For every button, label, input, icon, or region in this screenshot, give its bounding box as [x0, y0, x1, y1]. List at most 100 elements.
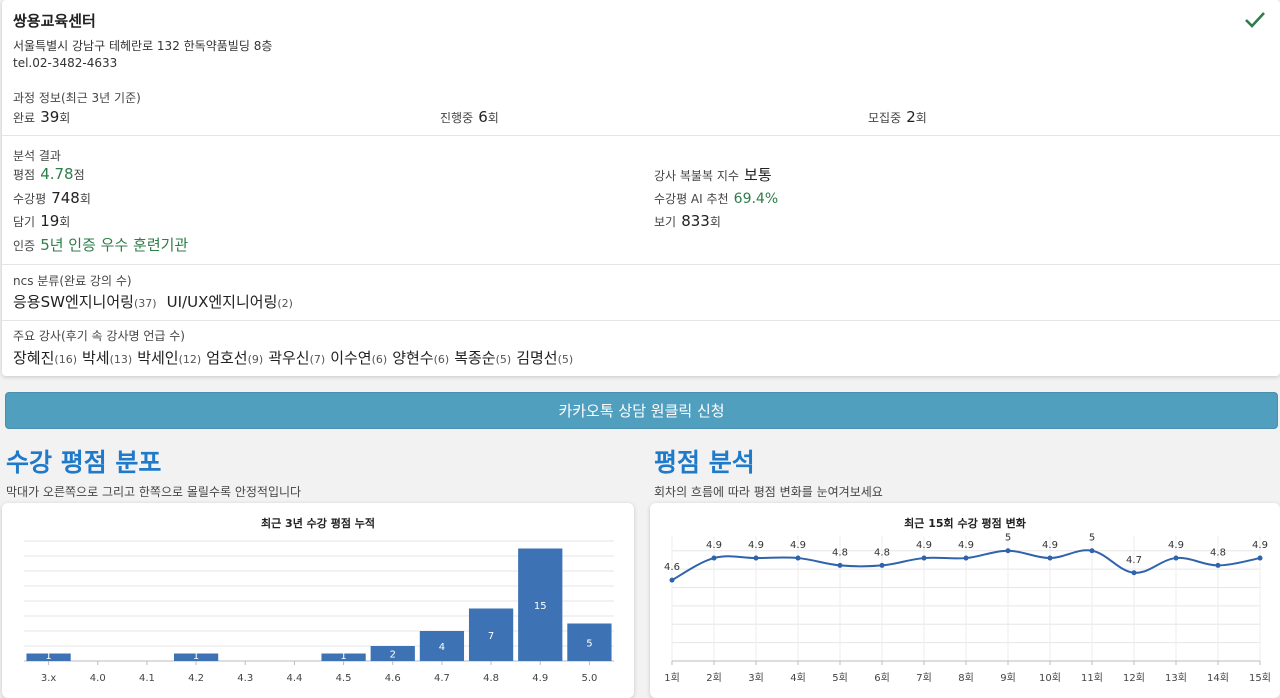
- rating-value: 4.78: [40, 165, 74, 183]
- reviews-value: 748: [51, 189, 80, 207]
- analysis-saves: 담기 19회: [13, 211, 70, 230]
- x-tick-label: 11회: [1081, 672, 1103, 684]
- analysis-reviews: 수강평 748회: [13, 188, 91, 207]
- bar-data-label: 5: [586, 638, 592, 649]
- analysis-views: 보기 833회: [654, 211, 721, 230]
- point-data-label: 4.6: [664, 562, 680, 573]
- x-tick-label: 14회: [1207, 672, 1229, 684]
- instructor-item: 장혜진(16): [13, 349, 77, 367]
- x-tick-label: 4.7: [434, 673, 450, 684]
- divider: [2, 264, 1280, 265]
- instructor-list: 장혜진(16) 박세(13) 박세인(12) 엄호선(9) 곽우신(7) 이수연(6) 양현…: [13, 347, 578, 368]
- trend-chart-card: 최근 15회 수강 평점 변화 4.6 1회 4.9 2회 4.9 3회 4.9 4회 4.8 5…: [650, 503, 1280, 698]
- data-point[interactable]: [1173, 555, 1179, 561]
- completed-unit: 회: [59, 111, 71, 125]
- point-data-label: 4.8: [832, 547, 848, 558]
- x-tick-label: 3.x: [41, 673, 57, 684]
- completed-value: 39: [40, 108, 60, 126]
- center-tel: tel.02-3482-4633: [13, 56, 118, 70]
- data-point[interactable]: [837, 562, 843, 568]
- ongoing-unit: 회: [487, 111, 499, 125]
- instructor-count: (6): [371, 353, 388, 366]
- point-data-label: 4.8: [874, 547, 890, 558]
- ongoing-label: 진행중: [440, 111, 474, 125]
- analysis-cert: 인증 5년 인증 우수 훈련기관: [13, 234, 188, 255]
- point-data-label: 4.9: [706, 540, 722, 551]
- cert-value: 5년 인증 우수 훈련기관: [40, 236, 189, 254]
- instructor-count: (9): [247, 353, 264, 366]
- data-point[interactable]: [1131, 570, 1137, 576]
- saves-value: 19: [40, 212, 60, 230]
- instructor-name: 엄호선: [206, 349, 248, 367]
- point-data-label: 4.9: [748, 540, 764, 551]
- point-data-label: 4.9: [958, 540, 974, 551]
- instructor-item: 복종순(5): [454, 349, 511, 367]
- bar-data-label: 2: [390, 650, 396, 661]
- x-tick-label: 4.3: [237, 673, 253, 684]
- course-recruiting: 모집중 2회: [868, 107, 927, 126]
- x-tick-label: 3회: [748, 672, 764, 684]
- cert-label: 인증: [13, 239, 36, 253]
- bar-data-label: 7: [488, 631, 494, 642]
- bar-data-label: 1: [45, 651, 51, 662]
- instructor-count: (13): [109, 353, 133, 366]
- ongoing-value: 6: [478, 108, 488, 126]
- data-point[interactable]: [1215, 562, 1221, 568]
- instructor-item: 김명선(5): [516, 349, 573, 367]
- point-data-label: 4.7: [1126, 555, 1142, 566]
- center-info-card: 쌍용교육센터 서울특별시 강남구 테헤란로 132 한독약품빌딩 8층 tel.…: [2, 0, 1280, 376]
- distribution-title: 수강 평점 분포: [6, 448, 162, 477]
- instructor-item: 박세인(12): [137, 349, 201, 367]
- distribution-bar-chart: 3.x 1 4.0 4.1 4.2 1 4.3 4.4 4.5 1 4.6 2 4.7 4 4.8 7 4.9 1…: [24, 540, 614, 684]
- x-tick-label: 4.2: [188, 673, 204, 684]
- saves-unit: 회: [59, 215, 71, 229]
- trend-desc: 회차의 흐름에 따라 평점 변화를 눈여겨보세요: [654, 485, 883, 499]
- x-tick-label: 4.6: [385, 673, 401, 684]
- reviews-label: 수강평: [13, 192, 47, 206]
- analysis-ai: 수강평 AI 추천 69.4%: [654, 188, 778, 207]
- check-icon[interactable]: [1244, 10, 1266, 30]
- point-data-label: 4.8: [1210, 547, 1226, 558]
- data-point[interactable]: [1005, 548, 1011, 554]
- instructor-name: 양현수: [392, 349, 434, 367]
- rating-unit: 점: [73, 168, 85, 182]
- data-point[interactable]: [795, 555, 801, 561]
- saves-label: 담기: [13, 215, 36, 229]
- x-tick-label: 4.8: [483, 673, 499, 684]
- data-point[interactable]: [1257, 555, 1263, 561]
- bar-data-label: 4: [439, 642, 445, 653]
- ncs-item: UI/UX엔지니어링(2): [167, 293, 293, 311]
- ncs-label: ncs 분류(완료 강의 수): [13, 274, 132, 288]
- point-data-label: 4.9: [916, 540, 932, 551]
- data-point[interactable]: [963, 555, 969, 561]
- instructor-name: 이수연: [330, 349, 372, 367]
- point-data-label: 4.9: [1168, 540, 1184, 551]
- ncs-item: 응용SW엔지니어링(37): [13, 293, 157, 311]
- instructor-item: 양현수(6): [392, 349, 449, 367]
- point-data-label: 5: [1089, 533, 1095, 544]
- ai-label: 수강평 AI 추천: [654, 192, 729, 206]
- data-point[interactable]: [669, 577, 675, 583]
- distribution-chart-card: 최근 3년 수강 평점 누적 3.x 1 4.0 4.1 4.2 1 4.3 4.4 4.5 1 4…: [2, 503, 634, 698]
- ncs-item-count: (37): [133, 297, 157, 310]
- data-point[interactable]: [1047, 555, 1053, 561]
- instructor-count: (6): [433, 353, 450, 366]
- point-data-label: 4.9: [1042, 540, 1058, 551]
- x-tick-label: 5.0: [581, 673, 597, 684]
- data-point[interactable]: [711, 555, 717, 561]
- x-tick-label: 10회: [1039, 672, 1061, 684]
- data-point[interactable]: [879, 562, 885, 568]
- instructor-item: 곽우신(7): [268, 349, 325, 367]
- instructor-name: 박세인: [137, 349, 179, 367]
- distribution-desc: 막대가 오른쪽으로 그리고 한쪽으로 몰릴수록 안정적입니다: [6, 485, 302, 499]
- data-point[interactable]: [753, 555, 759, 561]
- kakao-consult-button[interactable]: 카카오톡 상담 원클릭 신청: [5, 392, 1278, 429]
- data-point[interactable]: [921, 555, 927, 561]
- rating-label: 평점: [13, 168, 36, 182]
- x-tick-label: 4.0: [90, 673, 106, 684]
- course-info-label: 과정 정보(최근 3년 기준): [13, 91, 141, 105]
- instructor-count: (5): [495, 353, 512, 366]
- instructor-name: 곽우신: [268, 349, 310, 367]
- data-point[interactable]: [1089, 548, 1095, 554]
- views-value: 833: [681, 212, 710, 230]
